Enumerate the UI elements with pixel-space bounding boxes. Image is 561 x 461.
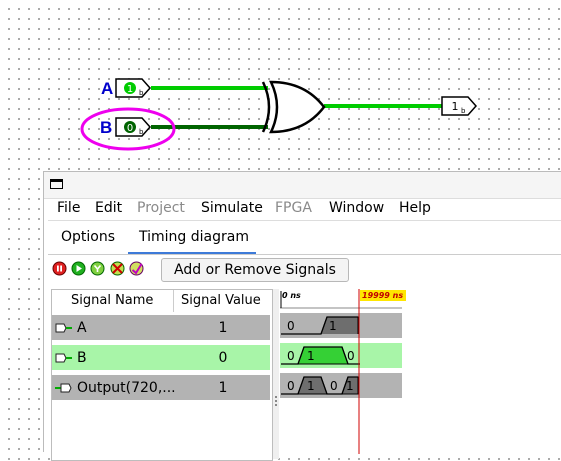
signal-row-output[interactable]: Output(720,... 1 [52,375,270,400]
signal-table: Signal Name Signal Value A 1 B 0 Output(… [51,289,273,461]
menu-edit[interactable]: Edit [95,200,122,216]
input-pin-icon [55,323,72,333]
menu-separator [48,220,561,221]
input-pin-a[interactable]: 1 b [115,78,152,98]
clear-icon[interactable] [110,261,125,276]
input-pin-icon [55,353,72,363]
output-bits: b [461,107,466,115]
wave-a-value-0: 0 [287,319,295,333]
cursor-time-label: 19999 ns [362,291,403,300]
menu-help[interactable]: Help [399,200,431,216]
step-icon[interactable] [90,261,105,276]
menu-project: Project [137,200,185,216]
wave-a-value-1: 1 [329,319,337,333]
menu-window[interactable]: Window [329,200,384,216]
xor-gate[interactable] [261,80,326,134]
signal-row-a[interactable]: A 1 [52,315,270,340]
header-signal-value[interactable]: Signal Value [181,293,261,308]
wave-out-value-3: 1 [346,379,354,393]
wave-b-value-0: 0 [287,349,295,363]
signal-name: Output(720,... [77,380,176,396]
timeline-start-label: 0 ns [282,291,301,300]
tab-options[interactable]: Options [61,229,115,245]
header-signal-name[interactable]: Signal Name [71,293,153,308]
output-value: 1 [452,100,459,113]
wave-row-a: 0 1 [280,313,402,338]
pin-b-bits: b [139,128,144,136]
output-pin[interactable]: 1 b [441,96,478,116]
menu-fpga: FPGA [275,200,312,216]
pin-a-label: A [101,79,114,98]
waveform-panel[interactable]: 0 ns 19999 ns 0 1 0 1 0 0 1 0 1 [280,289,560,454]
signal-value: 1 [218,320,228,336]
signal-name: B [77,350,87,366]
wave-b-value-1: 1 [307,349,315,363]
stop-icon[interactable] [52,261,67,276]
input-pin-b[interactable]: 0 b [115,117,152,137]
signal-name: A [77,320,87,336]
menu-file[interactable]: File [57,200,80,216]
tab-separator [48,254,561,255]
add-remove-signals-button[interactable]: Add or Remove Signals [161,258,349,282]
wave-b-value-2: 0 [347,349,355,363]
tab-timing-diagram[interactable]: Timing diagram [139,229,249,245]
signal-value: 0 [218,350,228,366]
output-pin-icon [55,383,72,393]
window-icon [50,179,63,189]
pin-a-bits: b [139,89,144,97]
wave-out-value-2: 0 [330,379,338,393]
pin-b-label: B [100,118,113,137]
wave-out-value-0: 0 [287,379,295,393]
zoom-icon[interactable] [129,261,144,276]
window-titlebar[interactable] [44,172,561,199]
menu-simulate[interactable]: Simulate [201,200,263,216]
splitter-handle[interactable] [273,289,279,459]
signal-value: 1 [218,380,228,396]
play-icon[interactable] [71,261,86,276]
wave-row-b: 0 1 0 [280,343,402,368]
pin-a-value: 1 [127,84,133,95]
timing-diagram-window: File Edit Project Simulate FPGA Window H… [43,171,561,461]
wave-row-output: 0 1 0 1 [280,373,402,398]
wave-out-value-1: 1 [307,379,315,393]
pin-b-value: 0 [127,123,133,134]
signal-row-b[interactable]: B 0 [52,345,270,370]
